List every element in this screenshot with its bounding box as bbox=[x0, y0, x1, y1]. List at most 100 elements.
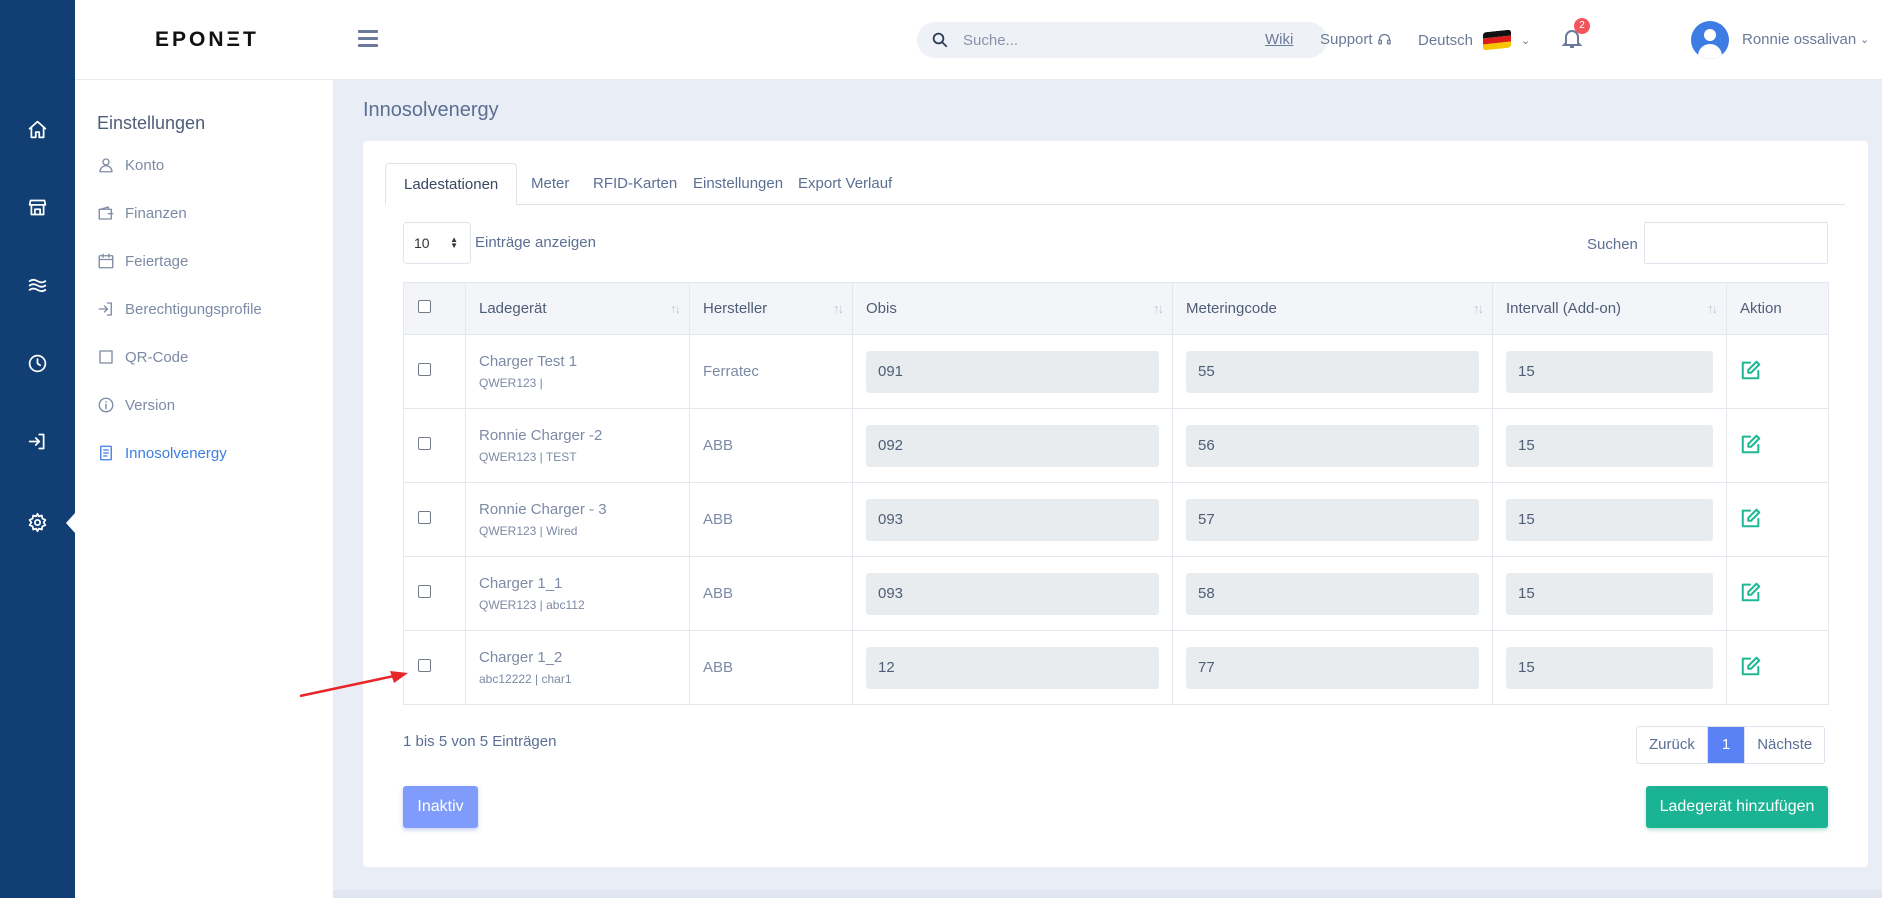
sort-icon: ↑↓ bbox=[1153, 301, 1164, 316]
table-row: Charger 1_1 QWER123 | abc112 ABB 093 58 1… bbox=[403, 556, 1829, 631]
pagination-page-1[interactable]: 1 bbox=[1707, 727, 1745, 763]
settings-item-innosolvenergy[interactable]: Innosolvenergy bbox=[97, 444, 227, 462]
edit-button[interactable] bbox=[1726, 630, 1829, 705]
inactive-button[interactable]: Inaktiv bbox=[403, 786, 478, 828]
language-label: Deutsch bbox=[1418, 31, 1474, 49]
search-input[interactable] bbox=[963, 31, 1263, 49]
settings-item-berechtigungsprofile[interactable]: Berechtigungsprofile bbox=[97, 300, 262, 318]
settings-item-feiertage[interactable]: Feiertage bbox=[97, 252, 188, 270]
edit-button[interactable] bbox=[1726, 408, 1829, 483]
settings-item-label: Feiertage bbox=[125, 252, 189, 270]
edit-icon bbox=[1741, 656, 1761, 675]
obis-field[interactable]: 091 bbox=[866, 350, 1159, 393]
metering-code-field[interactable]: 56 bbox=[1186, 424, 1479, 467]
row-checkbox[interactable] bbox=[418, 511, 431, 524]
chevron-down-icon[interactable]: ⌄ bbox=[1860, 33, 1869, 46]
manufacturer-cell: ABB bbox=[689, 630, 853, 705]
pagination-next-button[interactable]: Nächste bbox=[1744, 727, 1824, 763]
home-icon bbox=[28, 120, 47, 138]
table-row: Charger Test 1 QWER123 | Ferratec 091 55 … bbox=[403, 334, 1829, 409]
logo[interactable]: EPONΞT bbox=[155, 28, 259, 52]
document-icon bbox=[100, 445, 112, 461]
menu-toggle-button[interactable] bbox=[358, 30, 378, 51]
interval-field[interactable]: 15 bbox=[1506, 646, 1713, 689]
nav-login[interactable] bbox=[0, 421, 75, 461]
page-title: Innosolvenergy bbox=[363, 99, 499, 121]
tab-ladestationen[interactable]: Ladestationen bbox=[385, 163, 518, 205]
menu-icon bbox=[358, 30, 378, 33]
row-checkbox[interactable] bbox=[418, 363, 431, 376]
edit-button[interactable] bbox=[1726, 556, 1829, 631]
avatar[interactable] bbox=[1691, 21, 1729, 59]
edit-icon bbox=[1741, 508, 1761, 527]
charger-name: Ronnie Charger - 3 bbox=[479, 501, 607, 518]
table-search-input[interactable] bbox=[1644, 222, 1828, 264]
obis-field[interactable]: 093 bbox=[866, 498, 1159, 541]
column-header-obis[interactable]: Obis ↑↓ bbox=[852, 282, 1173, 335]
nav-energy[interactable] bbox=[0, 265, 75, 305]
entries-per-page-select[interactable]: 10 ▲ ▼ bbox=[403, 222, 471, 264]
edit-icon bbox=[1741, 582, 1761, 601]
chevron-down-icon: ⌄ bbox=[1521, 34, 1531, 47]
metering-code-field[interactable]: 57 bbox=[1186, 498, 1479, 541]
metering-code-field[interactable]: 77 bbox=[1186, 646, 1479, 689]
obis-field[interactable]: 093 bbox=[866, 572, 1159, 615]
footer-strip bbox=[333, 890, 1882, 898]
sort-icon: ↑↓ bbox=[833, 301, 844, 316]
content-card: Ladestationen Meter RFID-Karten Einstell… bbox=[363, 141, 1868, 867]
nav-store[interactable] bbox=[0, 187, 75, 227]
wiki-link[interactable]: Wiki bbox=[1265, 31, 1293, 48]
charger-details: QWER123 | TEST bbox=[479, 450, 577, 464]
support-link[interactable]: Support bbox=[1320, 31, 1392, 48]
pagination-prev-button[interactable]: Zurück bbox=[1637, 727, 1708, 763]
row-checkbox[interactable] bbox=[418, 585, 431, 598]
column-header-hersteller[interactable]: Hersteller ↑↓ bbox=[689, 282, 853, 335]
charger-name: Ronnie Charger -2 bbox=[479, 427, 603, 444]
obis-field[interactable]: 092 bbox=[866, 424, 1159, 467]
login-icon bbox=[28, 433, 45, 449]
pagination: Zurück 1 Nächste bbox=[1636, 726, 1826, 764]
settings-item-label: Konto bbox=[125, 156, 165, 174]
edit-button[interactable] bbox=[1726, 334, 1829, 409]
metering-code-field[interactable]: 58 bbox=[1186, 572, 1479, 615]
german-flag-icon bbox=[1483, 29, 1512, 51]
add-charger-button[interactable]: Ladegerät hinzufügen bbox=[1646, 786, 1828, 828]
settings-item-label: Innosolvenergy bbox=[125, 444, 227, 462]
gear-icon bbox=[28, 512, 47, 532]
sort-icon: ↑↓ bbox=[1473, 301, 1484, 316]
settings-item-qr-code[interactable]: QR-Code bbox=[97, 348, 188, 366]
settings-item-finanzen[interactable]: Finanzen bbox=[97, 204, 187, 222]
tab-bar: Ladestationen Meter RFID-Karten Einstell… bbox=[385, 163, 1845, 205]
headset-icon bbox=[1377, 33, 1391, 45]
column-header-ladegeraet[interactable]: Ladegerät ↑↓ bbox=[465, 282, 690, 335]
column-header-intervall[interactable]: Intervall (Add-on) ↑↓ bbox=[1492, 282, 1727, 335]
interval-field[interactable]: 15 bbox=[1506, 350, 1713, 393]
settings-item-label: Version bbox=[125, 396, 176, 414]
tab-export-verlauf[interactable]: Export Verlauf bbox=[780, 163, 910, 205]
wallet-icon bbox=[98, 206, 114, 220]
user-name[interactable]: Ronnie ossalivan bbox=[1742, 31, 1856, 48]
row-checkbox[interactable] bbox=[418, 659, 431, 672]
interval-field[interactable]: 15 bbox=[1506, 572, 1713, 615]
charger-details: QWER123 | abc112 bbox=[479, 598, 585, 612]
settings-item-konto[interactable]: Konto bbox=[97, 156, 164, 174]
interval-field[interactable]: 15 bbox=[1506, 424, 1713, 467]
obis-field[interactable]: 12 bbox=[866, 646, 1159, 689]
table-header-row: Ladegerät ↑↓ Hersteller ↑↓ Obis ↑↓ Metering… bbox=[403, 282, 1829, 335]
nav-home[interactable] bbox=[0, 109, 75, 149]
nav-settings[interactable] bbox=[0, 502, 75, 542]
settings-item-version[interactable]: Version bbox=[97, 396, 175, 414]
nav-history[interactable] bbox=[0, 343, 75, 383]
interval-field[interactable]: 15 bbox=[1506, 498, 1713, 541]
select-all-checkbox[interactable] bbox=[418, 300, 431, 313]
column-header-meteringcode[interactable]: Meteringcode ↑↓ bbox=[1172, 282, 1493, 335]
row-checkbox[interactable] bbox=[418, 437, 431, 450]
user-icon bbox=[99, 158, 113, 173]
store-icon bbox=[28, 199, 47, 215]
table-search-label: Suchen bbox=[1587, 236, 1638, 253]
edit-button[interactable] bbox=[1726, 482, 1829, 557]
settings-item-label: QR-Code bbox=[125, 348, 189, 366]
metering-code-field[interactable]: 55 bbox=[1186, 350, 1479, 393]
language-selector[interactable]: Deutsch ⌄ bbox=[1418, 29, 1531, 51]
settings-item-label: Berechtigungsprofile bbox=[125, 300, 262, 318]
